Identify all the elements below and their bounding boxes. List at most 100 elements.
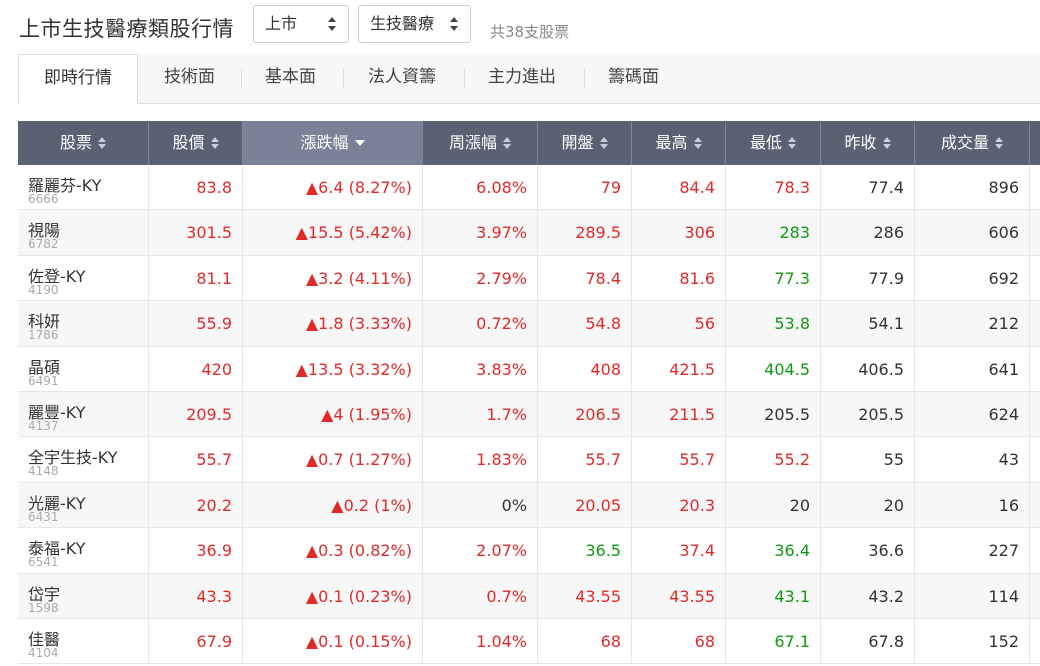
cell-volume: 152: [915, 619, 1030, 664]
cell-week-change: 2.79%: [423, 255, 538, 301]
cell-prev-close: 77.9: [821, 255, 915, 301]
cell-price: 420: [149, 346, 243, 392]
cell-change: ▲0.1 (0.23%): [243, 573, 423, 619]
cell-high: 20.3: [632, 482, 726, 528]
stock-code: 4190: [28, 282, 59, 297]
cell-volume: 896: [915, 165, 1030, 210]
sort-icon: [882, 137, 891, 149]
cell-week-change: 0.7%: [423, 573, 538, 619]
tab-institutional[interactable]: 法人資籌: [368, 54, 436, 103]
cell-week-change: 1.7%: [423, 392, 538, 437]
cell-stock: 佳醫 4104: [18, 619, 149, 664]
table-row[interactable]: 岱宇 1598 43.3 ▲0.1 (0.23%) 0.7% 43.55 43.55 43.1…: [18, 573, 1040, 619]
cell-stock: 羅麗芬-KY 6666: [18, 165, 149, 210]
col-header-high[interactable]: 最高: [632, 121, 726, 165]
cell-high: 56: [632, 301, 726, 347]
cell-prev-close: 67.8: [821, 619, 915, 664]
cell-high: 211.5: [632, 392, 726, 437]
col-header-change[interactable]: 漲跌幅: [243, 121, 423, 165]
cell-stock: 岱宇 1598: [18, 573, 149, 619]
cell-price: 209.5: [149, 392, 243, 437]
col-header-week-change[interactable]: 周漲幅: [423, 121, 538, 165]
cell-stock: 光麗-KY 6431: [18, 482, 149, 528]
tab-fundamental[interactable]: 基本面: [265, 54, 316, 103]
cell-stock: 晶碩 6491: [18, 346, 149, 392]
tab-major-trades[interactable]: 主力進出: [488, 54, 556, 103]
cell-week-change: 3.97%: [423, 210, 538, 256]
cell-price: 36.9: [149, 528, 243, 574]
table-row[interactable]: 科妍 1786 55.9 ▲1.8 (3.33%) 0.72% 54.8 56 53.8 54.…: [18, 301, 1040, 347]
cell-more: [1030, 528, 1040, 573]
table-row[interactable]: 視陽 6782 301.5 ▲15.5 (5.42%) 3.97% 289.5 306 283…: [18, 210, 1040, 256]
cell-more: [1030, 210, 1040, 255]
cell-more: [1030, 165, 1040, 210]
industry-select[interactable]: 生技醫療: [358, 5, 471, 43]
market-select-value: 上市: [265, 14, 298, 33]
table-row[interactable]: 晶碩 6491 420 ▲13.5 (3.32%) 3.83% 408 421.5 404.5…: [18, 346, 1040, 392]
cell-prev-close: 286: [821, 210, 915, 256]
sort-icon: [995, 137, 1003, 149]
cell-prev-close: 77.4: [821, 165, 915, 210]
cell-open: 43.55: [538, 573, 632, 619]
sort-icon: [599, 137, 608, 149]
sort-icon: [98, 137, 106, 149]
cell-more: [1030, 392, 1040, 437]
tab-chips[interactable]: 籌碼面: [608, 54, 659, 103]
market-select[interactable]: 上市: [253, 5, 349, 43]
cell-volume: 114: [915, 573, 1030, 619]
tab-divider: [241, 69, 242, 89]
col-header-more: [1030, 121, 1040, 165]
cell-change: ▲0.2 (1%): [243, 482, 423, 528]
cell-prev-close: 20: [821, 482, 915, 528]
stock-count: 共38支股票: [490, 23, 570, 41]
chevron-updown-icon: [328, 17, 336, 31]
cell-low: 53.8: [726, 301, 821, 347]
cell-change: ▲15.5 (5.42%): [243, 210, 423, 256]
cell-stock: 泰福-KY 6541: [18, 528, 149, 574]
cell-week-change: 1.83%: [423, 437, 538, 483]
stock-code: 1598: [28, 600, 59, 615]
cell-volume: 606: [915, 210, 1030, 256]
cell-prev-close: 205.5: [821, 392, 915, 437]
col-header-volume[interactable]: 成交量: [915, 121, 1030, 165]
col-header-price[interactable]: 股價: [149, 121, 243, 165]
cell-more: [1030, 301, 1040, 346]
table-row[interactable]: 佳醫 4104 67.9 ▲0.1 (0.15%) 1.04% 68 68 67.1 67.8 1…: [18, 619, 1040, 665]
col-header-prev-close[interactable]: 昨收: [821, 121, 915, 165]
table-row[interactable]: 佐登-KY 4190 81.1 ▲3.2 (4.11%) 2.79% 78.4 81.6 77…: [18, 255, 1040, 302]
cell-high: 55.7: [632, 437, 726, 483]
table-row[interactable]: 全宇生技-KY 4148 55.7 ▲0.7 (1.27%) 1.83% 55.7 55.7…: [18, 437, 1040, 483]
col-header-stock[interactable]: 股票: [18, 121, 149, 165]
sort-icon: [788, 137, 796, 149]
cell-open: 78.4: [538, 255, 632, 301]
cell-low: 404.5: [726, 346, 821, 392]
cell-high: 421.5: [632, 346, 726, 392]
tab-realtime[interactable]: 即時行情: [18, 54, 138, 104]
tab-technical[interactable]: 技術面: [164, 54, 215, 103]
cell-low: 77.3: [726, 255, 821, 301]
table-row[interactable]: 光麗-KY 6431 20.2 ▲0.2 (1%) 0% 20.05 20.3 20 20 16: [18, 482, 1040, 529]
col-header-low[interactable]: 最低: [726, 121, 821, 165]
cell-volume: 641: [915, 346, 1030, 392]
table-row[interactable]: 麗豐-KY 4137 209.5 ▲4 (1.95%) 1.7% 206.5 211.5 20…: [18, 392, 1040, 438]
col-header-open[interactable]: 開盤: [538, 121, 632, 165]
tab-bar: 即時行情 技術面 基本面 法人資籌 主力進出 籌碼面: [18, 54, 1040, 104]
cell-volume: 43: [915, 437, 1030, 483]
stock-code: 6782: [28, 237, 59, 252]
stock-code: 1786: [28, 328, 59, 343]
cell-price: 55.9: [149, 301, 243, 347]
cell-open: 408: [538, 346, 632, 392]
table-row[interactable]: 泰福-KY 6541 36.9 ▲0.3 (0.82%) 2.07% 36.5 37.4 36…: [18, 528, 1040, 574]
cell-volume: 16: [915, 482, 1030, 528]
cell-more: [1030, 347, 1040, 392]
page-title: 上市生技醫療類股行情: [19, 17, 234, 41]
cell-prev-close: 406.5: [821, 346, 915, 392]
tab-divider: [584, 69, 585, 89]
table-row[interactable]: 羅麗芬-KY 6666 83.8 ▲6.4 (8.27%) 6.08% 79 84.4 78.…: [18, 165, 1040, 211]
tab-divider: [343, 69, 344, 89]
cell-week-change: 3.83%: [423, 346, 538, 392]
cell-week-change: 1.04%: [423, 619, 538, 664]
stock-code: 6541: [28, 555, 59, 570]
cell-open: 20.05: [538, 482, 632, 528]
cell-prev-close: 54.1: [821, 301, 915, 347]
